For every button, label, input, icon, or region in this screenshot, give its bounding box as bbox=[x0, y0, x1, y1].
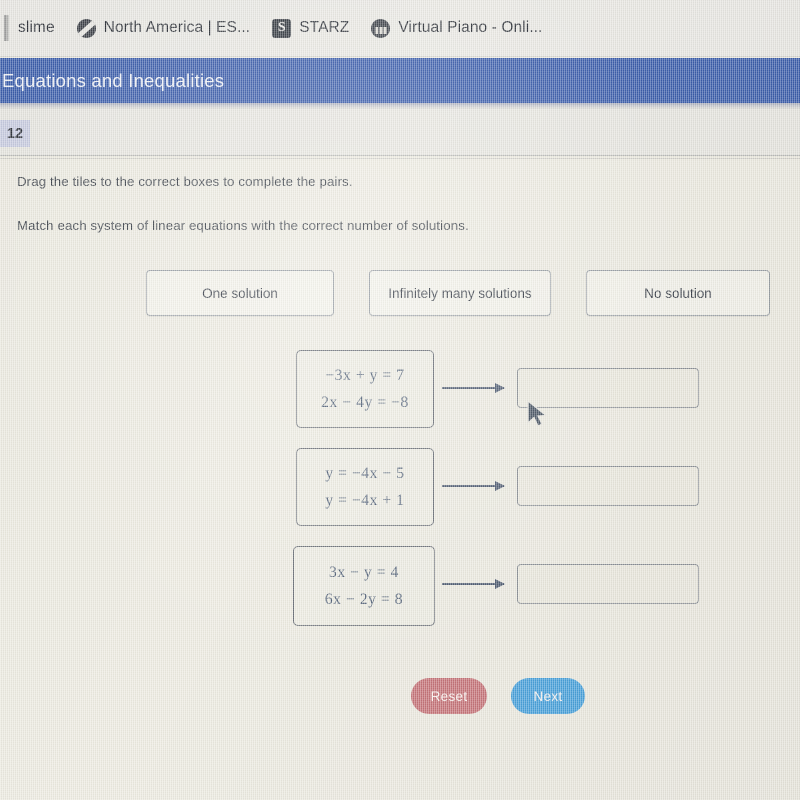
bookmark-north-america[interactable]: North America | ES... bbox=[76, 18, 251, 38]
equation-line: 2x − 4y = −8 bbox=[321, 394, 409, 411]
tile-infinitely-many-solutions[interactable]: Infinitely many solutions bbox=[369, 270, 551, 316]
instruction-line-1: Drag the tiles to the correct boxes to c… bbox=[17, 174, 353, 189]
bookmark-slime[interactable]: slime bbox=[18, 19, 55, 37]
tile-label: One solution bbox=[202, 285, 278, 301]
bookmark-starz[interactable]: S STARZ bbox=[272, 18, 350, 38]
drop-target-3[interactable] bbox=[517, 564, 699, 604]
drop-target-1[interactable] bbox=[517, 368, 699, 408]
drop-target-2[interactable] bbox=[517, 466, 699, 506]
tile-one-solution[interactable]: One solution bbox=[146, 270, 334, 316]
page-title-bar: Equations and Inequalities bbox=[0, 58, 800, 103]
bookmark-label: Virtual Piano - Onli... bbox=[398, 19, 543, 36]
next-button[interactable]: Next bbox=[511, 678, 585, 714]
arrow-right-icon bbox=[442, 383, 505, 393]
divider bbox=[0, 155, 800, 156]
piano-icon bbox=[371, 18, 391, 38]
equation-line: y = −4x − 5 bbox=[325, 464, 405, 482]
starz-icon: S bbox=[272, 18, 292, 38]
window-edge bbox=[4, 15, 9, 41]
equation-system-2: y = −4x − 5 y = −4x + 1 bbox=[296, 448, 434, 526]
equation-line: y = −4x + 1 bbox=[325, 492, 405, 509]
bookmarks-bar: slime North America | ES... S STARZ Virt… bbox=[0, 0, 800, 57]
espn-icon bbox=[76, 18, 96, 38]
instruction-line-2: Match each system of linear equations wi… bbox=[17, 218, 469, 233]
tile-label: Infinitely many solutions bbox=[388, 285, 532, 301]
bookmark-virtual-piano[interactable]: Virtual Piano - Onli... bbox=[371, 18, 543, 38]
equation-system-3: 3x − y = 4 6x − 2y = 8 bbox=[293, 546, 435, 626]
equation-system-1: −3x + y = 7 2x − 4y = −8 bbox=[296, 350, 434, 428]
screen: slime North America | ES... S STARZ Virt… bbox=[0, 0, 800, 800]
tile-no-solution[interactable]: No solution bbox=[586, 270, 770, 316]
tile-label: No solution bbox=[644, 285, 712, 301]
page-title: Equations and Inequalities bbox=[2, 69, 225, 91]
equation-line: 3x − y = 4 bbox=[329, 563, 399, 581]
reset-button[interactable]: Reset bbox=[411, 678, 487, 714]
bookmark-label: STARZ bbox=[299, 19, 350, 36]
arrow-right-icon bbox=[442, 579, 505, 589]
divider-secondary bbox=[0, 158, 800, 159]
question-number-strip: 12 bbox=[0, 109, 800, 155]
next-button-label: Next bbox=[533, 688, 563, 704]
bookmark-label: slime bbox=[18, 19, 55, 36]
equation-line: −3x + y = 7 bbox=[325, 366, 405, 384]
arrow-right-icon bbox=[442, 481, 505, 491]
question-number-badge[interactable]: 12 bbox=[0, 120, 30, 147]
reset-button-label: Reset bbox=[430, 688, 468, 704]
equation-line: 6x − 2y = 8 bbox=[324, 591, 404, 608]
bookmark-label: North America | ES... bbox=[103, 19, 251, 36]
question-content: Drag the tiles to the correct boxes to c… bbox=[0, 160, 800, 800]
